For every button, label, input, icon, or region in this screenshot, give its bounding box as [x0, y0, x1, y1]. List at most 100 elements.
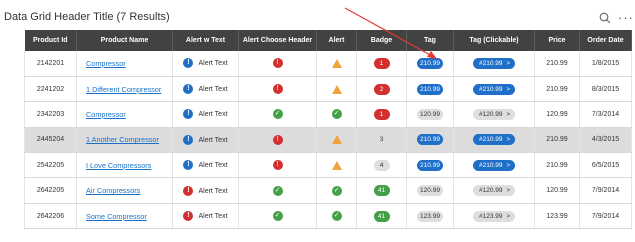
clickable-tag[interactable]: #123.99 > — [472, 210, 515, 222]
tag-clickable-cell: #210.99 > — [453, 51, 535, 77]
clickable-tag-label: #210.99 — [478, 59, 503, 67]
check-icon: ✓ — [272, 185, 283, 196]
badge-cell: 3 — [356, 127, 407, 154]
alert-choose-cell: ✓ — [238, 101, 317, 128]
tag-clickable-cell: #210.99 > — [453, 127, 535, 154]
table-row[interactable]: 2342203 Compressor ! Alert Text ✓ ✓ 1 120… — [24, 101, 632, 128]
badge: 1 — [373, 108, 390, 120]
badge: 1 — [373, 57, 390, 69]
error-icon: ! — [272, 160, 283, 171]
product-name-link[interactable]: Compressor — [86, 110, 126, 119]
product-name-cell: I Love Compressors — [76, 152, 173, 179]
grid-body: 2142201 Compressor ! Alert Text ! 1 210.9… — [24, 51, 632, 230]
warning-triangle-icon — [331, 135, 342, 145]
col-header-alert[interactable]: Alert — [316, 30, 357, 51]
error-icon: ! — [272, 134, 283, 145]
alert-text-cell: ! Alert Text — [172, 177, 239, 204]
clickable-tag[interactable]: #210.99 > — [472, 83, 515, 95]
col-header-product-id[interactable]: Product Id — [24, 30, 77, 51]
table-row-selected[interactable]: 2445204 1 Another Compressor ! Alert Text… — [24, 127, 632, 154]
order-date-cell: 7/9/2014 — [579, 177, 632, 204]
price-cell: 210.99 — [534, 127, 580, 154]
product-name-link[interactable]: 1 Different Compressor — [86, 85, 161, 94]
alert-text: Alert Text — [198, 212, 228, 220]
table-row[interactable]: 2542205 I Love Compressors ! Alert Text !… — [24, 152, 632, 179]
product-name-link[interactable]: Compressor — [86, 59, 126, 68]
price-cell: 210.99 — [534, 152, 580, 179]
col-header-product-name[interactable]: Product Name — [76, 30, 173, 51]
price-cell: 120.99 — [534, 101, 580, 128]
col-header-alert-choose[interactable]: Alert Choose Header — [238, 30, 317, 51]
tag-cell: 123.99 — [406, 203, 454, 230]
chevron-right-icon: > — [506, 60, 510, 67]
chevron-right-icon: > — [506, 213, 510, 220]
product-name-cell: Compressor — [76, 51, 173, 77]
col-header-tag-clickable[interactable]: Tag (Clickable) — [453, 30, 535, 51]
alert-text-cell: ! Alert Text — [172, 203, 239, 230]
search-icon[interactable] — [599, 12, 611, 24]
badge: 41 — [373, 185, 390, 197]
table-row[interactable]: 2642206 Some Compressor ! Alert Text ✓ ✓ … — [24, 203, 632, 230]
product-name-link[interactable]: 1 Another Compressor — [86, 135, 159, 144]
alert-cell — [316, 127, 357, 154]
clickable-tag-label: #210.99 — [478, 136, 503, 144]
badge-cell: 41 — [356, 177, 407, 204]
product-name-link[interactable]: I Love Compressors — [86, 161, 151, 170]
alert-text: Alert Text — [198, 162, 228, 170]
tag-clickable-cell: #120.99 > — [453, 101, 535, 128]
order-date-cell: 8/3/2015 — [579, 76, 632, 103]
alert-cell — [316, 76, 357, 103]
product-name-link[interactable]: Some Compressor — [86, 212, 147, 221]
product-name-link[interactable]: Air Compressors — [86, 186, 140, 195]
product-name-cell: Air Compressors — [76, 177, 173, 204]
tag: 210.99 — [417, 83, 443, 95]
badge-cell: 41 — [356, 203, 407, 230]
clickable-tag-label: #210.99 — [478, 161, 503, 169]
tag: 120.99 — [417, 185, 443, 197]
price-cell: 210.99 — [534, 51, 580, 77]
col-header-order-date[interactable]: Order Date — [579, 30, 632, 51]
alert-text-cell: ! Alert Text — [172, 152, 239, 179]
table-row[interactable]: 2642205 Air Compressors ! Alert Text ✓ ✓ … — [24, 177, 632, 204]
badge-cell: 2 — [356, 76, 407, 103]
badge: 41 — [373, 210, 390, 222]
clickable-tag[interactable]: #210.99 > — [472, 159, 515, 171]
alert-choose-cell: ! — [238, 51, 317, 77]
info-icon: ! — [183, 134, 194, 145]
clickable-tag[interactable]: #210.99 > — [472, 57, 515, 69]
badge-cell: 4 — [356, 152, 407, 179]
chevron-right-icon: > — [506, 188, 510, 195]
alert-choose-cell: ! — [238, 127, 317, 154]
data-grid: Product Id Product Name Alert w Text Ale… — [24, 30, 632, 230]
error-icon: ! — [183, 185, 194, 196]
tag-cell: 210.99 — [406, 127, 454, 154]
clickable-tag[interactable]: #120.99 > — [472, 108, 515, 120]
alert-text: Alert Text — [198, 60, 228, 68]
info-icon: ! — [183, 160, 194, 171]
chevron-right-icon: > — [506, 111, 510, 118]
check-circle-icon: ✓ — [331, 211, 342, 222]
alert-choose-cell: ✓ — [238, 203, 317, 230]
table-row[interactable]: 2142201 Compressor ! Alert Text ! 1 210.9… — [24, 51, 632, 77]
error-icon: ! — [183, 211, 194, 222]
tag-clickable-cell: #210.99 > — [453, 76, 535, 103]
col-header-price[interactable]: Price — [534, 30, 580, 51]
product-id-cell: 2542205 — [24, 152, 77, 179]
warning-triangle-icon — [331, 84, 342, 94]
table-row[interactable]: 2241202 1 Different Compressor ! Alert Te… — [24, 76, 632, 103]
alert-choose-cell: ✓ — [238, 177, 317, 204]
col-header-tag[interactable]: Tag — [406, 30, 454, 51]
header-row: Product Id Product Name Alert w Text Ale… — [24, 30, 632, 51]
clickable-tag[interactable]: #120.99 > — [472, 185, 515, 197]
col-header-alert-w-text[interactable]: Alert w Text — [172, 30, 239, 51]
col-header-badge[interactable]: Badge — [356, 30, 407, 51]
product-id-cell: 2445204 — [24, 127, 77, 154]
clickable-tag[interactable]: #210.99 > — [472, 134, 515, 146]
alert-choose-cell: ! — [238, 76, 317, 103]
more-horizontal-icon[interactable]: ··· — [618, 10, 634, 25]
tag: 210.99 — [417, 57, 443, 69]
alert-cell: ✓ — [316, 101, 357, 128]
tag-cell: 210.99 — [406, 76, 454, 103]
tag: 210.99 — [417, 134, 443, 146]
chevron-right-icon: > — [506, 137, 510, 144]
